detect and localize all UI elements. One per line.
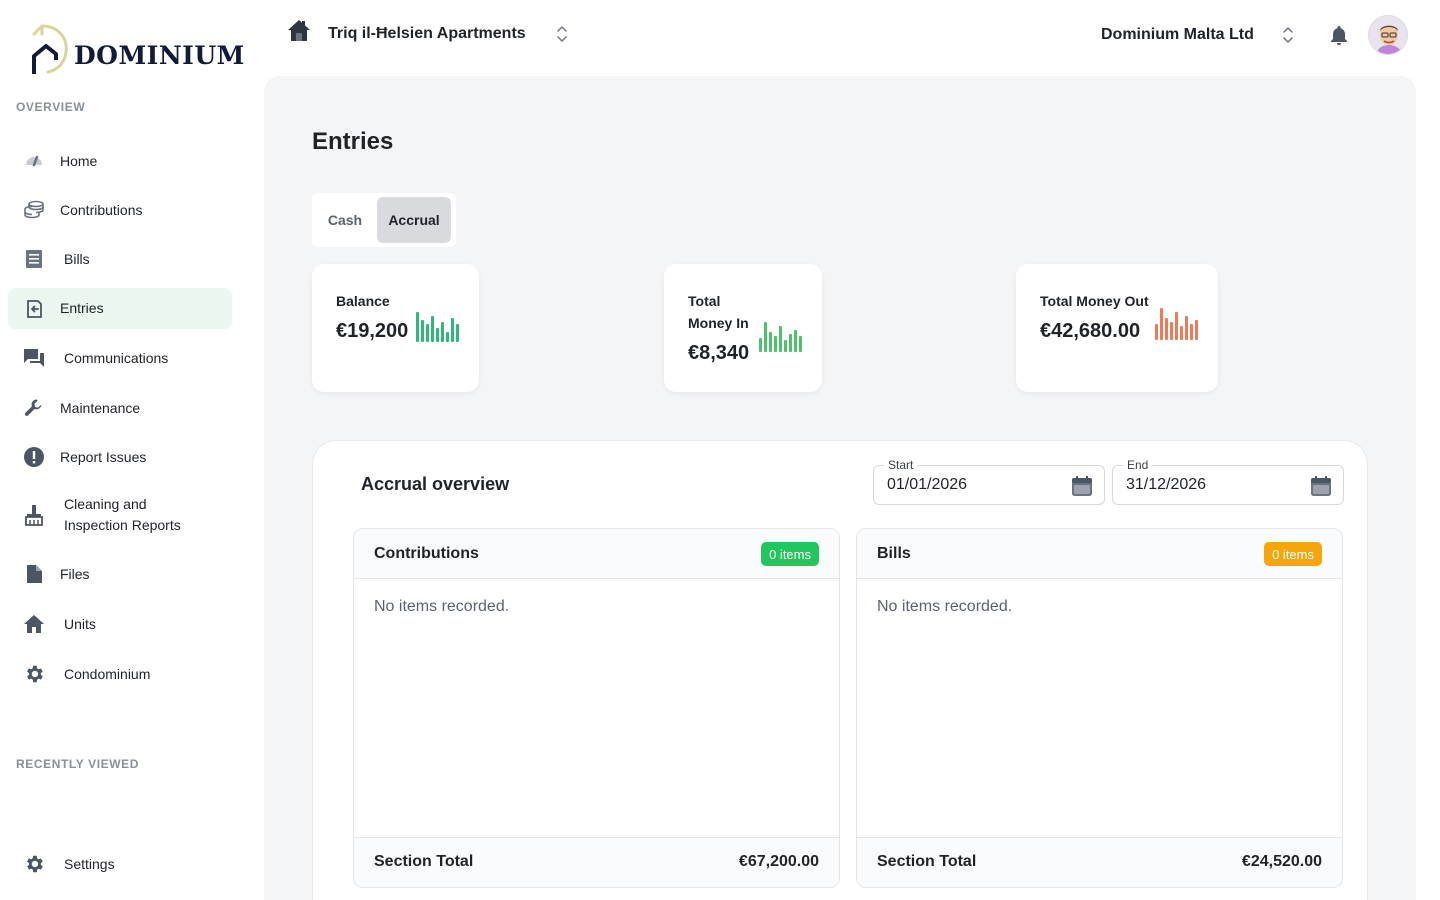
organization-switcher[interactable]: Dominium Malta Ltd: [1101, 26, 1254, 44]
stat-label: Total Money In: [688, 293, 749, 331]
end-date-label: End: [1123, 458, 1153, 472]
section-total-value: €24,520.00: [1241, 853, 1322, 870]
sidebar-item-label: Contributions: [60, 201, 143, 218]
section-total-label: Section Total: [374, 853, 474, 870]
settings-gear-icon: [20, 850, 48, 878]
page-title: Entries: [312, 128, 394, 155]
alert-circle-icon: [20, 443, 48, 471]
gauge-icon: [20, 147, 48, 175]
wrench-icon: [20, 394, 48, 422]
sidebar-item-units[interactable]: Units: [8, 610, 232, 638]
calendar-icon[interactable]: [1310, 475, 1332, 502]
sidebar-item-settings[interactable]: Settings: [8, 850, 232, 878]
overview-section-label: OVERVIEW: [16, 100, 86, 114]
calendar-icon[interactable]: [1071, 475, 1093, 502]
section-footer: Section Total €24,520.00: [857, 837, 1342, 887]
main-content: Entries Cash Accrual Balance €19,200 Tot…: [264, 76, 1416, 900]
section-footer: Section Total €67,200.00: [354, 837, 839, 887]
sidebar-item-label: Condominium: [64, 665, 151, 682]
empty-state-text: No items recorded.: [374, 598, 510, 615]
overview-title: Accrual overview: [361, 474, 510, 494]
sidebar-item-condominium[interactable]: Condominium: [8, 660, 232, 688]
brand-name: Dominium: [74, 40, 245, 70]
chat-icon: [20, 344, 48, 372]
section-total-value: €67,200.00: [738, 853, 819, 870]
items-count-badge: 0 items: [761, 542, 819, 566]
stat-value: €42,680.00: [1040, 320, 1141, 342]
contributions-section: Contributions 0 items No items recorded.…: [353, 528, 840, 888]
section-header: Bills 0 items: [857, 529, 1342, 579]
sidebar-item-cleaning-inspection[interactable]: Cleaning and Inspection Reports: [8, 493, 232, 537]
sidebar-item-label: Communications: [64, 349, 169, 366]
sidebar-item-label: Units: [64, 615, 96, 632]
start-date-input[interactable]: [887, 476, 1057, 494]
sidebar-item-label: Report Issues: [60, 448, 147, 465]
dominium-logo[interactable]: Dominium: [28, 20, 245, 76]
sidebar-item-label: Entries: [60, 300, 104, 316]
empty-state-text: No items recorded.: [877, 598, 1013, 615]
receipt-icon: [20, 245, 48, 273]
stat-value: €8,340: [688, 342, 750, 364]
stat-value: €19,200: [336, 320, 409, 342]
section-total-label: Section Total: [877, 853, 977, 870]
sidebar-item-label: Maintenance: [60, 399, 141, 416]
notification-bell-icon[interactable]: [1328, 24, 1350, 51]
logo-house-icon: [32, 24, 68, 74]
chevron-up-down-icon: [554, 24, 570, 44]
org-chevron-up-down-icon[interactable]: [1280, 25, 1296, 50]
section-header: Contributions 0 items: [354, 529, 839, 579]
building-icon: [286, 18, 312, 49]
property-switcher[interactable]: Triq il-Ħelsien Apartments: [286, 18, 570, 49]
sidebar-item-maintenance[interactable]: Maintenance: [8, 394, 232, 422]
end-date-field[interactable]: End: [1112, 458, 1344, 505]
toggle-cash-button[interactable]: Cash: [316, 197, 374, 243]
entry-icon: [20, 295, 48, 323]
property-name: Triq il-Ħelsien Apartments: [328, 24, 526, 42]
balance-sparkline: [416, 310, 459, 342]
money-in-card: Total Money In €8,340: [664, 264, 822, 392]
sidebar-item-label: Home: [60, 152, 98, 169]
start-date-label: Start: [884, 458, 918, 472]
sidebar-item-label: Cleaning and Inspection Reports: [64, 496, 181, 533]
recently-viewed-label: RECENTLY VIEWED: [16, 757, 140, 771]
balance-card: Balance €19,200: [312, 264, 479, 392]
sidebar: Dominium OVERVIEW Home Contributions Bil…: [0, 0, 244, 900]
sidebar-item-home[interactable]: Home: [8, 147, 232, 175]
coins-icon: [20, 196, 48, 224]
money-in-sparkline: [759, 320, 802, 352]
accrual-overview-panel: Accrual overview Start End Contributions…: [312, 440, 1368, 900]
money-out-sparkline: [1155, 308, 1198, 340]
sidebar-item-entries[interactable]: Entries: [8, 288, 232, 329]
gear-icon: [20, 660, 48, 688]
end-date-input[interactable]: [1126, 476, 1296, 494]
sidebar-item-report-issues[interactable]: Report Issues: [8, 443, 232, 471]
sidebar-item-bills[interactable]: Bills: [8, 245, 232, 273]
section-title: Bills: [877, 545, 911, 562]
sidebar-item-files[interactable]: Files: [8, 560, 232, 588]
toggle-accrual-button[interactable]: Accrual: [377, 197, 451, 243]
sidebar-item-contributions[interactable]: Contributions: [8, 196, 232, 224]
start-date-field[interactable]: Start: [873, 458, 1105, 505]
bills-section: Bills 0 items No items recorded. Section…: [856, 528, 1343, 888]
user-avatar[interactable]: [1368, 15, 1408, 55]
section-title: Contributions: [374, 545, 479, 562]
file-icon: [20, 560, 48, 588]
stat-label: Total Money Out: [1040, 293, 1149, 309]
broom-icon: [20, 501, 48, 529]
sidebar-item-communications[interactable]: Communications: [8, 344, 232, 372]
money-out-card: Total Money Out €42,680.00: [1016, 264, 1218, 392]
home-icon: [20, 610, 48, 638]
sidebar-item-label: Settings: [64, 855, 115, 872]
sidebar-item-label: Files: [60, 565, 90, 582]
stat-label: Balance: [336, 293, 390, 309]
items-count-badge: 0 items: [1264, 542, 1322, 566]
basis-toggle: Cash Accrual: [312, 193, 456, 247]
sidebar-item-label: Bills: [64, 250, 90, 267]
